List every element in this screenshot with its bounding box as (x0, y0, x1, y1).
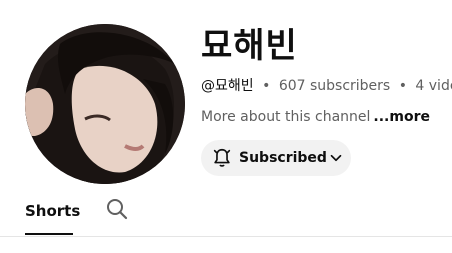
subscribed-label: Subscribed (239, 150, 327, 166)
subscriber-count: 607 subscribers (278, 78, 391, 94)
channel-avatar[interactable] (25, 24, 185, 184)
video-count: 4 videos (415, 78, 452, 94)
meta-separator: • (398, 78, 407, 94)
search-icon (105, 197, 129, 225)
bell-icon (211, 146, 233, 170)
channel-name: 묘해빈 (201, 26, 298, 66)
more-link[interactable]: ...more (373, 109, 430, 125)
tabs-divider (0, 236, 452, 237)
avatar-image (25, 24, 185, 184)
meta-separator: • (262, 78, 271, 94)
subscribed-button[interactable]: Subscribed (201, 140, 351, 176)
channel-meta: @묘해빈 • 607 subscribers • 4 videos (201, 76, 452, 96)
search-tab[interactable] (104, 198, 130, 224)
tab-shorts[interactable]: Shorts (25, 200, 80, 222)
selected-tab-indicator (25, 233, 73, 235)
about-text: More about this channel (201, 109, 371, 125)
channel-handle: @묘해빈 (201, 78, 254, 94)
channel-tabs: Shorts (0, 196, 452, 236)
channel-about[interactable]: More about this channel ...more (201, 107, 430, 127)
chevron-down-icon (327, 148, 345, 168)
